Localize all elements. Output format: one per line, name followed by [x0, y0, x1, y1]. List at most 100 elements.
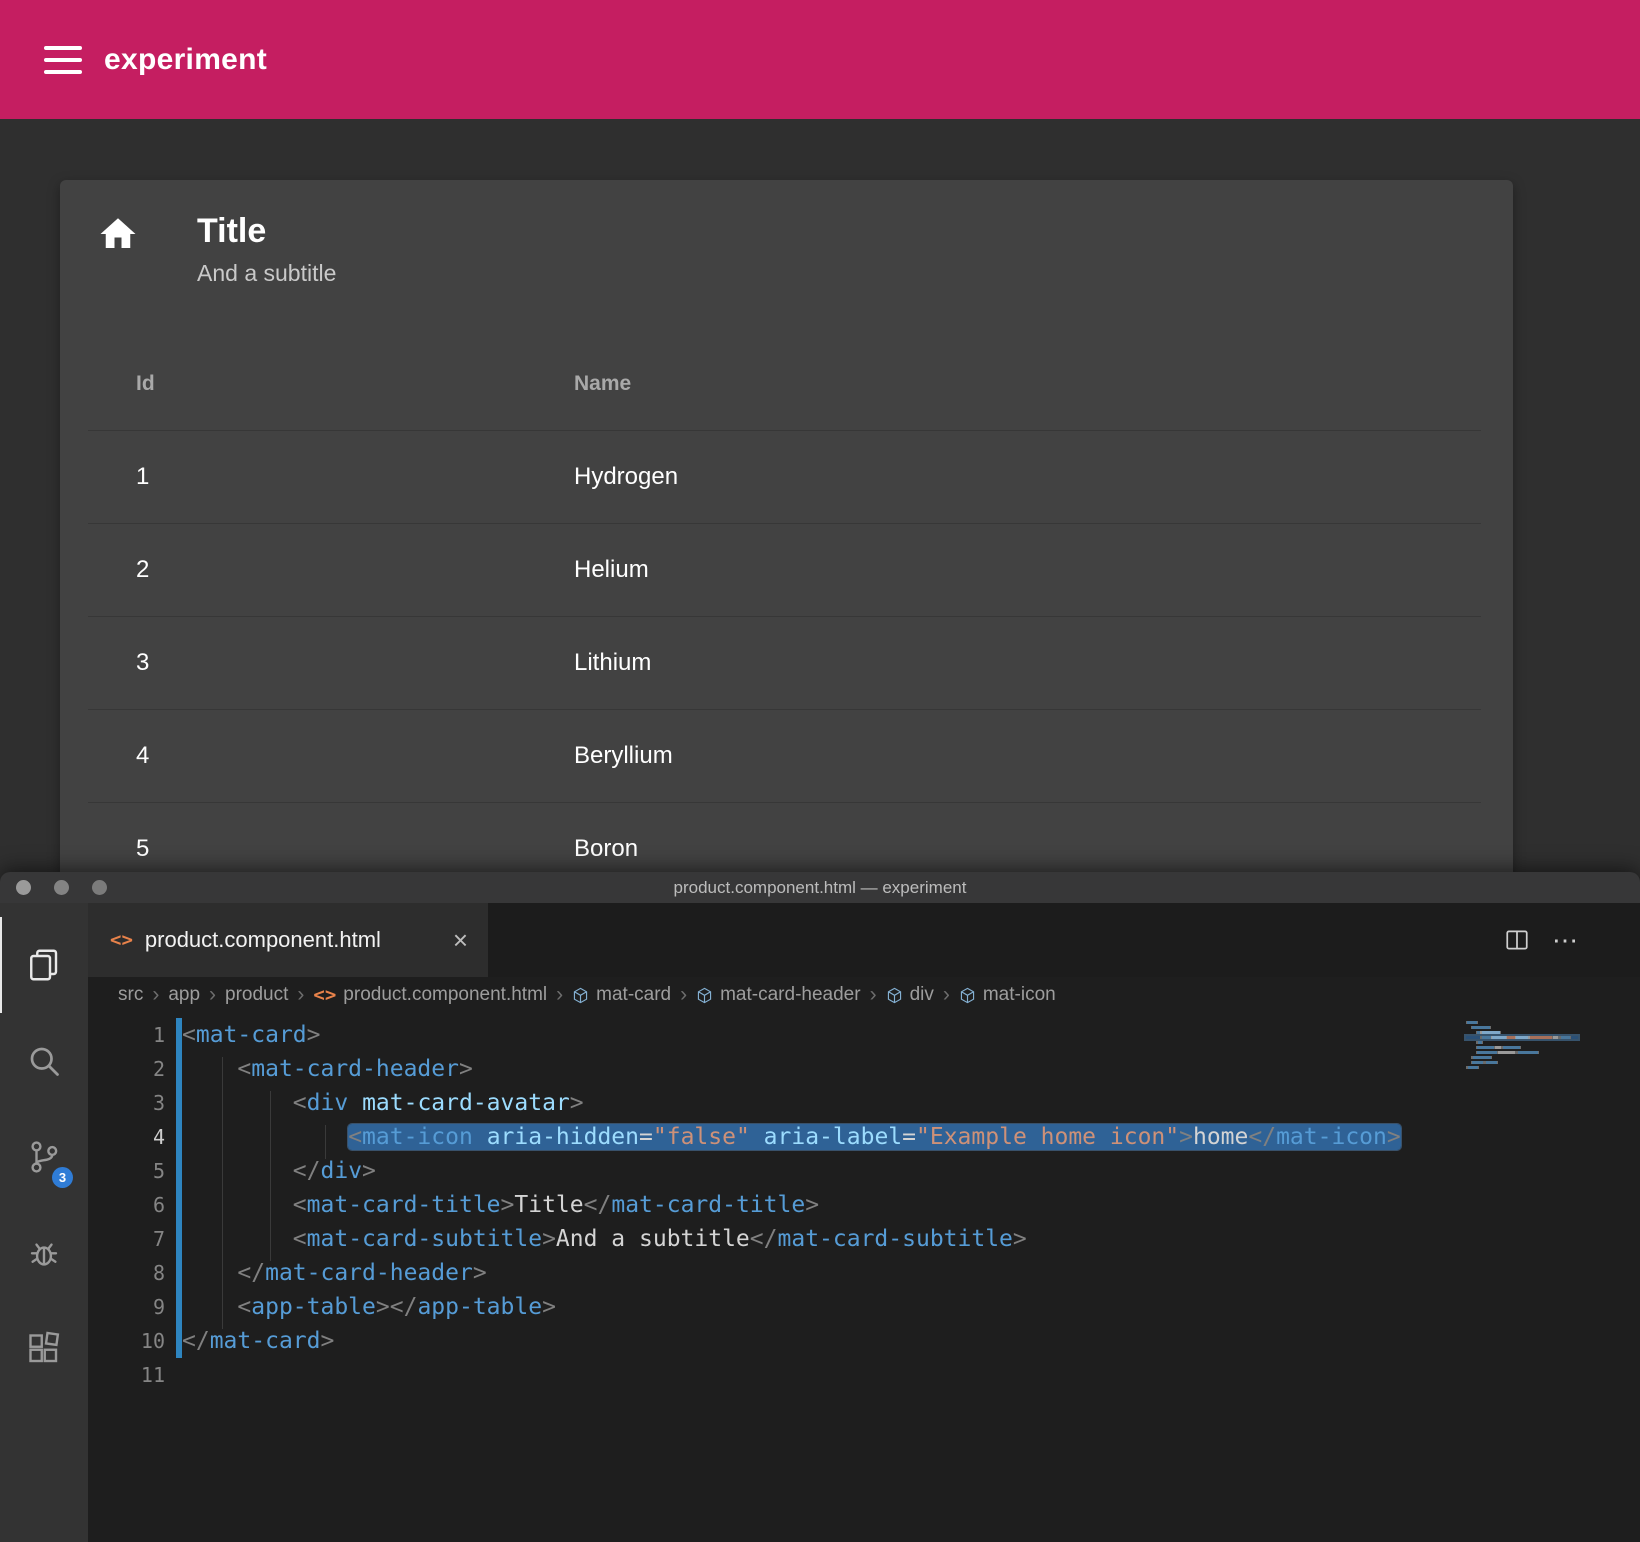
table-cell: 4: [136, 742, 150, 769]
tab-product-component-html[interactable]: <> product.component.html ×: [88, 903, 488, 977]
symbol-cube-icon: [959, 987, 976, 1004]
elements-table: Id Name 1 Hydrogen 2 Helium 3 Lithium 4 Berylliu…: [88, 337, 1481, 896]
code-line[interactable]: 9 <app-table></app-table>: [88, 1290, 1640, 1324]
menu-icon[interactable]: [44, 45, 82, 74]
breadcrumb-item[interactable]: div: [886, 984, 934, 1006]
table-header-row: Id Name: [88, 337, 1481, 431]
breadcrumb-label: product.component.html: [343, 984, 548, 1005]
extensions-icon: [29, 1331, 60, 1363]
window-title: product.component.html — experiment: [673, 877, 967, 897]
code-line[interactable]: 4 <mat-icon aria-hidden="false" aria-labe…: [88, 1120, 1640, 1154]
table-row: 4 Beryllium: [88, 710, 1481, 803]
activity-item-extensions[interactable]: [0, 1301, 88, 1397]
code-line[interactable]: 8 </mat-card-header>: [88, 1256, 1640, 1290]
table-body: 1 Hydrogen 2 Helium 3 Lithium 4 Beryllium 5 Boron: [88, 431, 1481, 896]
breadcrumb-item[interactable]: product: [225, 984, 288, 1006]
activity-item-explorer[interactable]: [0, 917, 88, 1013]
mat-card: Title And a subtitle Id Name 1 Hydrogen 2 He…: [60, 180, 1513, 950]
vscode-window: product.component.html — experiment 3 <>…: [0, 872, 1640, 1542]
table-row: 1 Hydrogen: [88, 431, 1481, 524]
code-text: <mat-card-title>Title</mat-card-title>: [292, 1192, 820, 1218]
breadcrumb-label: app: [168, 984, 201, 1005]
code-text: </mat-card-header>: [237, 1260, 487, 1286]
code-text: </div>: [292, 1158, 376, 1184]
line-number: 1: [152, 1023, 165, 1047]
column-header: Id: [136, 371, 155, 395]
minimap-line: [1466, 1061, 1578, 1064]
line-number: 7: [152, 1227, 165, 1251]
activity-item-search[interactable]: [0, 1013, 88, 1109]
symbol-cube-icon: [886, 987, 903, 1004]
traffic-light-close[interactable]: [16, 880, 31, 895]
code-line[interactable]: 6 <mat-card-title>Title</mat-card-title>: [88, 1188, 1640, 1222]
code-text: <div mat-card-avatar>: [292, 1090, 584, 1116]
tab-close-icon[interactable]: ×: [453, 927, 468, 953]
table-cell: Helium: [574, 556, 649, 583]
editor[interactable]: 1 <mat-card> 2 <mat-card-header> 3 <div mat-c…: [88, 1013, 1640, 1542]
table-cell: Lithium: [574, 649, 652, 676]
breadcrumb-label: src: [118, 984, 144, 1005]
line-number: 10: [140, 1329, 165, 1353]
activity-bar: 3: [0, 903, 88, 1542]
more-actions-icon[interactable]: ⋯: [1552, 925, 1580, 956]
card-title: Title: [197, 212, 267, 250]
tab-bar: <> product.component.html × ⋯: [88, 903, 1640, 977]
symbol-cube-icon: [696, 987, 713, 1004]
breadcrumb-bar: src › app › product › <> product.component.html…: [88, 977, 1640, 1013]
app-title: experiment: [104, 42, 268, 76]
code-lines: 1 <mat-card> 2 <mat-card-header> 3 <div mat-c…: [88, 1018, 1640, 1392]
line-number: 8: [152, 1261, 165, 1285]
breadcrumb-item[interactable]: mat-card-header: [696, 984, 861, 1006]
split-editor-icon[interactable]: [1504, 927, 1530, 953]
code-text: <mat-card-subtitle>And a subtitle</mat-c…: [292, 1226, 1027, 1252]
breadcrumb-separator: ›: [209, 983, 217, 1006]
breadcrumb-label: mat-card-header: [720, 984, 861, 1005]
code-icon: <>: [313, 984, 337, 1006]
minimap-line: [1466, 1046, 1578, 1049]
table-cell: 1: [136, 463, 150, 490]
code-line[interactable]: 2 <mat-card-header>: [88, 1052, 1640, 1086]
table-cell: 3: [136, 649, 150, 676]
code-text: <mat-card-header>: [237, 1056, 473, 1082]
breadcrumb-separator: ›: [556, 983, 564, 1006]
titlebar[interactable]: product.component.html — experiment: [0, 872, 1640, 903]
breadcrumb-separator: ›: [869, 983, 877, 1006]
column-header: Name: [574, 371, 632, 395]
code-text: <mat-card>: [182, 1022, 321, 1048]
code-line[interactable]: 11: [88, 1358, 1640, 1392]
code-line[interactable]: 10 </mat-card>: [88, 1324, 1640, 1358]
minimap-line: [1466, 1041, 1578, 1044]
breadcrumb-label: mat-card: [596, 984, 672, 1005]
traffic-light-minimize[interactable]: [54, 880, 69, 895]
code-line[interactable]: 1 <mat-card>: [88, 1018, 1640, 1052]
breadcrumb-item[interactable]: app: [168, 984, 200, 1006]
minimap[interactable]: [1464, 1021, 1580, 1076]
code-line[interactable]: 7 <mat-card-subtitle>And a subtitle</mat-…: [88, 1222, 1640, 1256]
line-number: 4: [152, 1125, 165, 1149]
breadcrumb-separator: ›: [942, 983, 950, 1006]
minimap-line: [1464, 1034, 1580, 1041]
activity-item-debug[interactable]: [0, 1205, 88, 1301]
traffic-light-zoom[interactable]: [92, 880, 107, 895]
breadcrumb-item[interactable]: mat-card: [572, 984, 671, 1006]
table-cell: Boron: [574, 835, 639, 862]
minimap-line: [1466, 1026, 1578, 1029]
line-number: 2: [152, 1057, 165, 1081]
minimap-line: [1466, 1066, 1578, 1069]
minimap-line: [1466, 1071, 1578, 1074]
code-line[interactable]: 5 </div>: [88, 1154, 1640, 1188]
line-number: 3: [152, 1091, 165, 1115]
home-icon: [97, 213, 139, 255]
line-number: 6: [152, 1193, 165, 1217]
symbol-cube-icon: [572, 987, 589, 1004]
breadcrumb-item[interactable]: mat-icon: [959, 984, 1056, 1006]
breadcrumb-item[interactable]: src: [118, 984, 143, 1006]
breadcrumb-label: product: [225, 984, 289, 1005]
minimap-line: [1466, 1056, 1578, 1059]
activity-item-source-control[interactable]: 3: [0, 1109, 88, 1205]
table-cell: Hydrogen: [574, 463, 679, 490]
code-line[interactable]: 3 <div mat-card-avatar>: [88, 1086, 1640, 1120]
table-row: 3 Lithium: [88, 617, 1481, 710]
breadcrumb-separator: ›: [297, 983, 305, 1006]
breadcrumb-item[interactable]: <> product.component.html: [313, 984, 547, 1006]
